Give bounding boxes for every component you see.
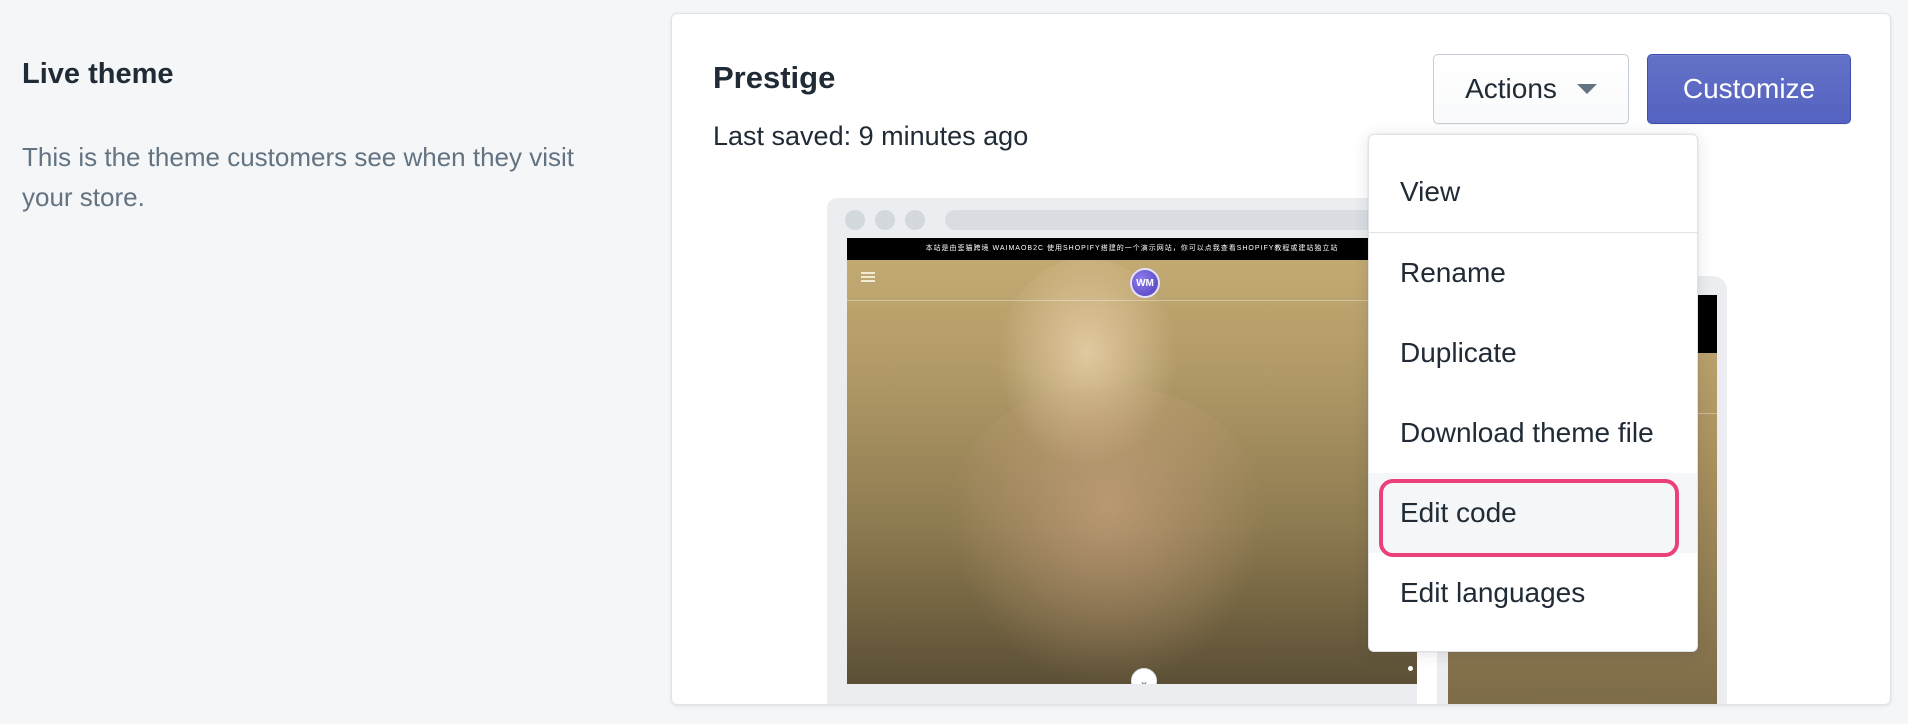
store-logo: WM	[1132, 270, 1158, 296]
actions-dropdown-menu: View Rename Duplicate Download theme fil…	[1368, 134, 1698, 652]
desktop-preview[interactable]: 本站是由歪猫跨境 WAIMAOB2C 使用SHOPIFY搭建的一个演示网站，你可…	[827, 198, 1417, 704]
theme-card: Prestige Last saved: 9 minutes ago Actio…	[671, 13, 1891, 705]
last-saved-label: Last saved:	[713, 121, 852, 151]
menu-item-rename[interactable]: Rename	[1369, 233, 1697, 313]
menu-item-view[interactable]: View	[1369, 152, 1697, 232]
actions-button-label: Actions	[1465, 73, 1557, 104]
hero-figure-body	[947, 388, 1267, 684]
section-description: This is the theme customers see when the…	[22, 142, 575, 212]
browser-url-bar	[945, 210, 1385, 230]
last-saved: Last saved: 9 minutes ago	[713, 121, 1028, 152]
section-title: Live theme	[22, 58, 174, 90]
menu-item-duplicate[interactable]: Duplicate	[1369, 313, 1697, 393]
menu-item-edit-code[interactable]: Edit code	[1369, 473, 1697, 553]
slide-indicator	[1408, 666, 1413, 671]
window-dot-icon	[845, 210, 865, 230]
header-divider	[847, 300, 1417, 301]
storefront-preview-image: 本站是由歪猫跨境 WAIMAOB2C 使用SHOPIFY搭建的一个演示网站，你可…	[847, 238, 1417, 684]
window-dot-icon	[875, 210, 895, 230]
window-dot-icon	[905, 210, 925, 230]
menu-item-edit-languages[interactable]: Edit languages	[1369, 553, 1697, 633]
customize-button[interactable]: Customize	[1647, 54, 1851, 124]
caret-down-icon	[1576, 84, 1597, 94]
actions-button[interactable]: Actions	[1433, 54, 1629, 124]
theme-name: Prestige	[713, 60, 836, 95]
announcement-bar: 本站是由歪猫跨境 WAIMAOB2C 使用SHOPIFY搭建的一个演示网站，你可…	[847, 238, 1417, 260]
customize-button-label: Customize	[1682, 73, 1816, 104]
hamburger-menu-icon	[861, 272, 875, 282]
menu-item-download-theme-file[interactable]: Download theme file	[1369, 393, 1697, 473]
last-saved-value: 9 minutes ago	[858, 121, 1029, 151]
